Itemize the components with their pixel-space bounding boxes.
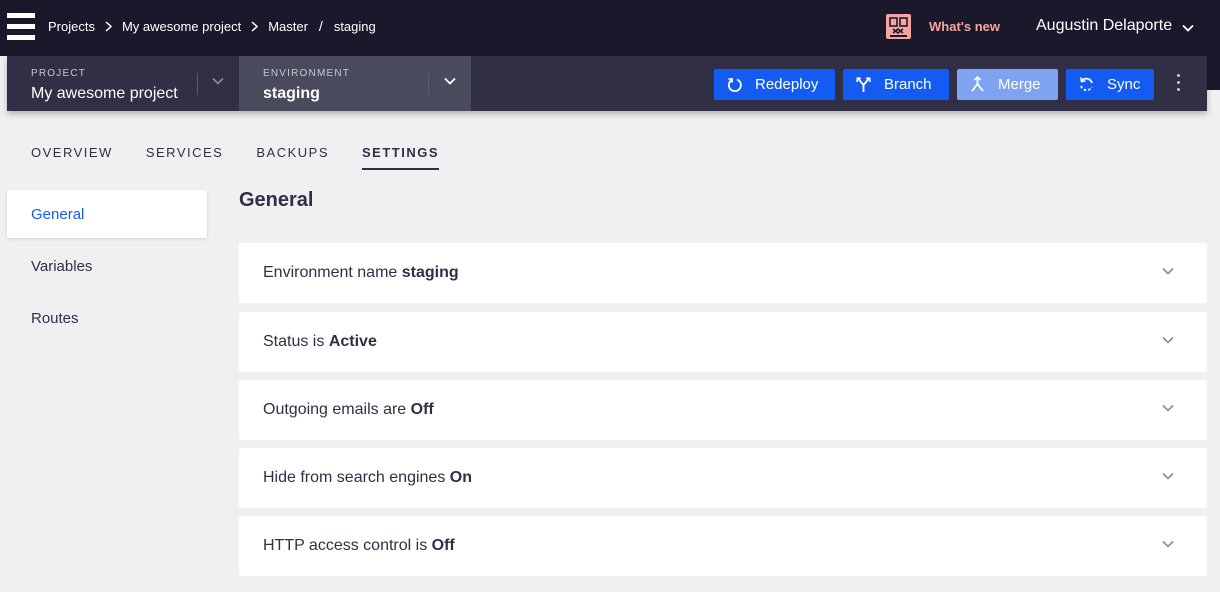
sidebar-item-variables[interactable]: Variables xyxy=(7,242,207,290)
tab-services[interactable]: SERVICES xyxy=(146,145,224,170)
panel-value: Active xyxy=(328,333,377,350)
panel-label: Environment name staging xyxy=(263,264,459,281)
panel-label: Outgoing emails are Off xyxy=(263,401,434,418)
breadcrumb-master[interactable]: Master xyxy=(268,19,308,34)
chevron-down-icon xyxy=(1162,540,1174,548)
environment-selector[interactable]: ENVIRONMENT staging xyxy=(239,56,471,111)
project-selector-value: My awesome project xyxy=(31,85,178,102)
kebab-menu-icon[interactable] xyxy=(1177,74,1181,95)
environment-selector-label: ENVIRONMENT xyxy=(263,68,351,79)
merge-icon xyxy=(969,76,986,93)
panel-value: On xyxy=(449,469,472,486)
project-selector[interactable]: PROJECT My awesome project xyxy=(7,56,239,111)
branch-button[interactable]: Branch xyxy=(843,69,949,100)
sync-button[interactable]: Sync xyxy=(1066,69,1154,100)
tab-overview[interactable]: OVERVIEW xyxy=(31,145,113,170)
user-name: Augustin Delaporte xyxy=(1036,17,1173,34)
panel-label: HTTP access control is Off xyxy=(263,537,455,554)
panel-label: Hide from search engines On xyxy=(263,469,472,486)
whats-new-link[interactable]: What's new xyxy=(929,19,1000,34)
redeploy-icon xyxy=(726,76,743,93)
top-bar: Projects My awesome project Master / sta… xyxy=(0,0,1220,56)
chevron-down-icon xyxy=(1162,267,1174,275)
chevron-down-icon xyxy=(444,77,456,85)
redeploy-label: Redeploy xyxy=(755,76,819,93)
gift-icon[interactable] xyxy=(886,14,911,39)
merge-button[interactable]: Merge xyxy=(957,69,1058,100)
divider xyxy=(428,73,429,95)
breadcrumb-projects[interactable]: Projects xyxy=(48,19,95,34)
panel-status[interactable]: Status is Active xyxy=(239,312,1207,372)
environment-bar: PROJECT My awesome project ENVIRONMENT s… xyxy=(7,56,1207,111)
tab-backups[interactable]: BACKUPS xyxy=(256,145,329,170)
panel-http-access[interactable]: HTTP access control is Off xyxy=(239,516,1207,576)
divider xyxy=(197,73,198,95)
user-menu[interactable]: Augustin Delaporte xyxy=(1036,17,1194,35)
section-tabs: OVERVIEW SERVICES BACKUPS SETTINGS xyxy=(31,145,472,170)
chevron-down-icon xyxy=(1162,336,1174,344)
panel-search-engines[interactable]: Hide from search engines On xyxy=(239,448,1207,508)
redeploy-button[interactable]: Redeploy xyxy=(714,69,835,100)
panel-outgoing-emails[interactable]: Outgoing emails are Off xyxy=(239,380,1207,440)
sync-icon xyxy=(1078,76,1095,93)
slash-separator: / xyxy=(318,18,323,34)
panel-value: staging xyxy=(401,264,459,281)
chevron-down-icon xyxy=(1162,472,1174,480)
chevron-right-icon xyxy=(251,20,259,32)
hamburger-logo-icon[interactable] xyxy=(7,13,35,40)
sidebar-item-general[interactable]: General xyxy=(7,190,207,238)
subbar-extension xyxy=(1207,56,1220,90)
merge-label: Merge xyxy=(998,76,1041,93)
project-selector-label: PROJECT xyxy=(31,68,87,79)
panel-environment-name[interactable]: Environment name staging xyxy=(239,243,1207,303)
chevron-down-icon xyxy=(1182,24,1194,32)
branch-icon xyxy=(855,76,872,93)
tab-settings[interactable]: SETTINGS xyxy=(362,145,440,170)
sync-label: Sync xyxy=(1107,76,1141,93)
panel-value: Off xyxy=(410,401,434,418)
sidebar-item-routes[interactable]: Routes xyxy=(7,294,207,342)
breadcrumb-current: staging xyxy=(333,18,376,34)
panel-value: Off xyxy=(431,537,455,554)
breadcrumb: Projects My awesome project Master / sta… xyxy=(48,18,376,34)
page-title: General xyxy=(239,189,314,211)
settings-sidebar: General Variables Routes xyxy=(7,190,207,346)
environment-selector-value: staging xyxy=(263,85,320,102)
breadcrumb-project[interactable]: My awesome project xyxy=(122,19,241,34)
chevron-down-icon xyxy=(1162,404,1174,412)
chevron-right-icon xyxy=(105,20,112,32)
panel-label: Status is Active xyxy=(263,333,377,350)
branch-label: Branch xyxy=(884,76,932,93)
chevron-down-icon xyxy=(212,77,224,85)
